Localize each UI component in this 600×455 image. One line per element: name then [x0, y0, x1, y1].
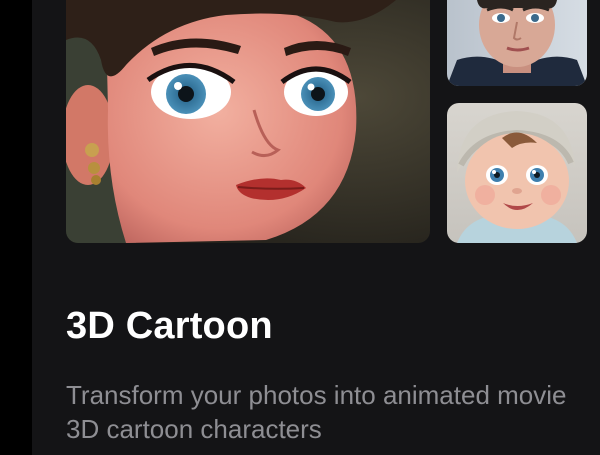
thumbnail-cartoon-man[interactable] [447, 0, 587, 86]
thumbnail-cartoon-baby[interactable] [447, 103, 587, 243]
feature-card[interactable]: 3D Cartoon Transform your photos into an… [32, 0, 600, 455]
hero-image-cartoon-woman [66, 0, 430, 243]
left-edge [0, 0, 32, 455]
feature-title: 3D Cartoon [66, 305, 273, 347]
feature-description: Transform your photos into animated movi… [66, 380, 567, 444]
